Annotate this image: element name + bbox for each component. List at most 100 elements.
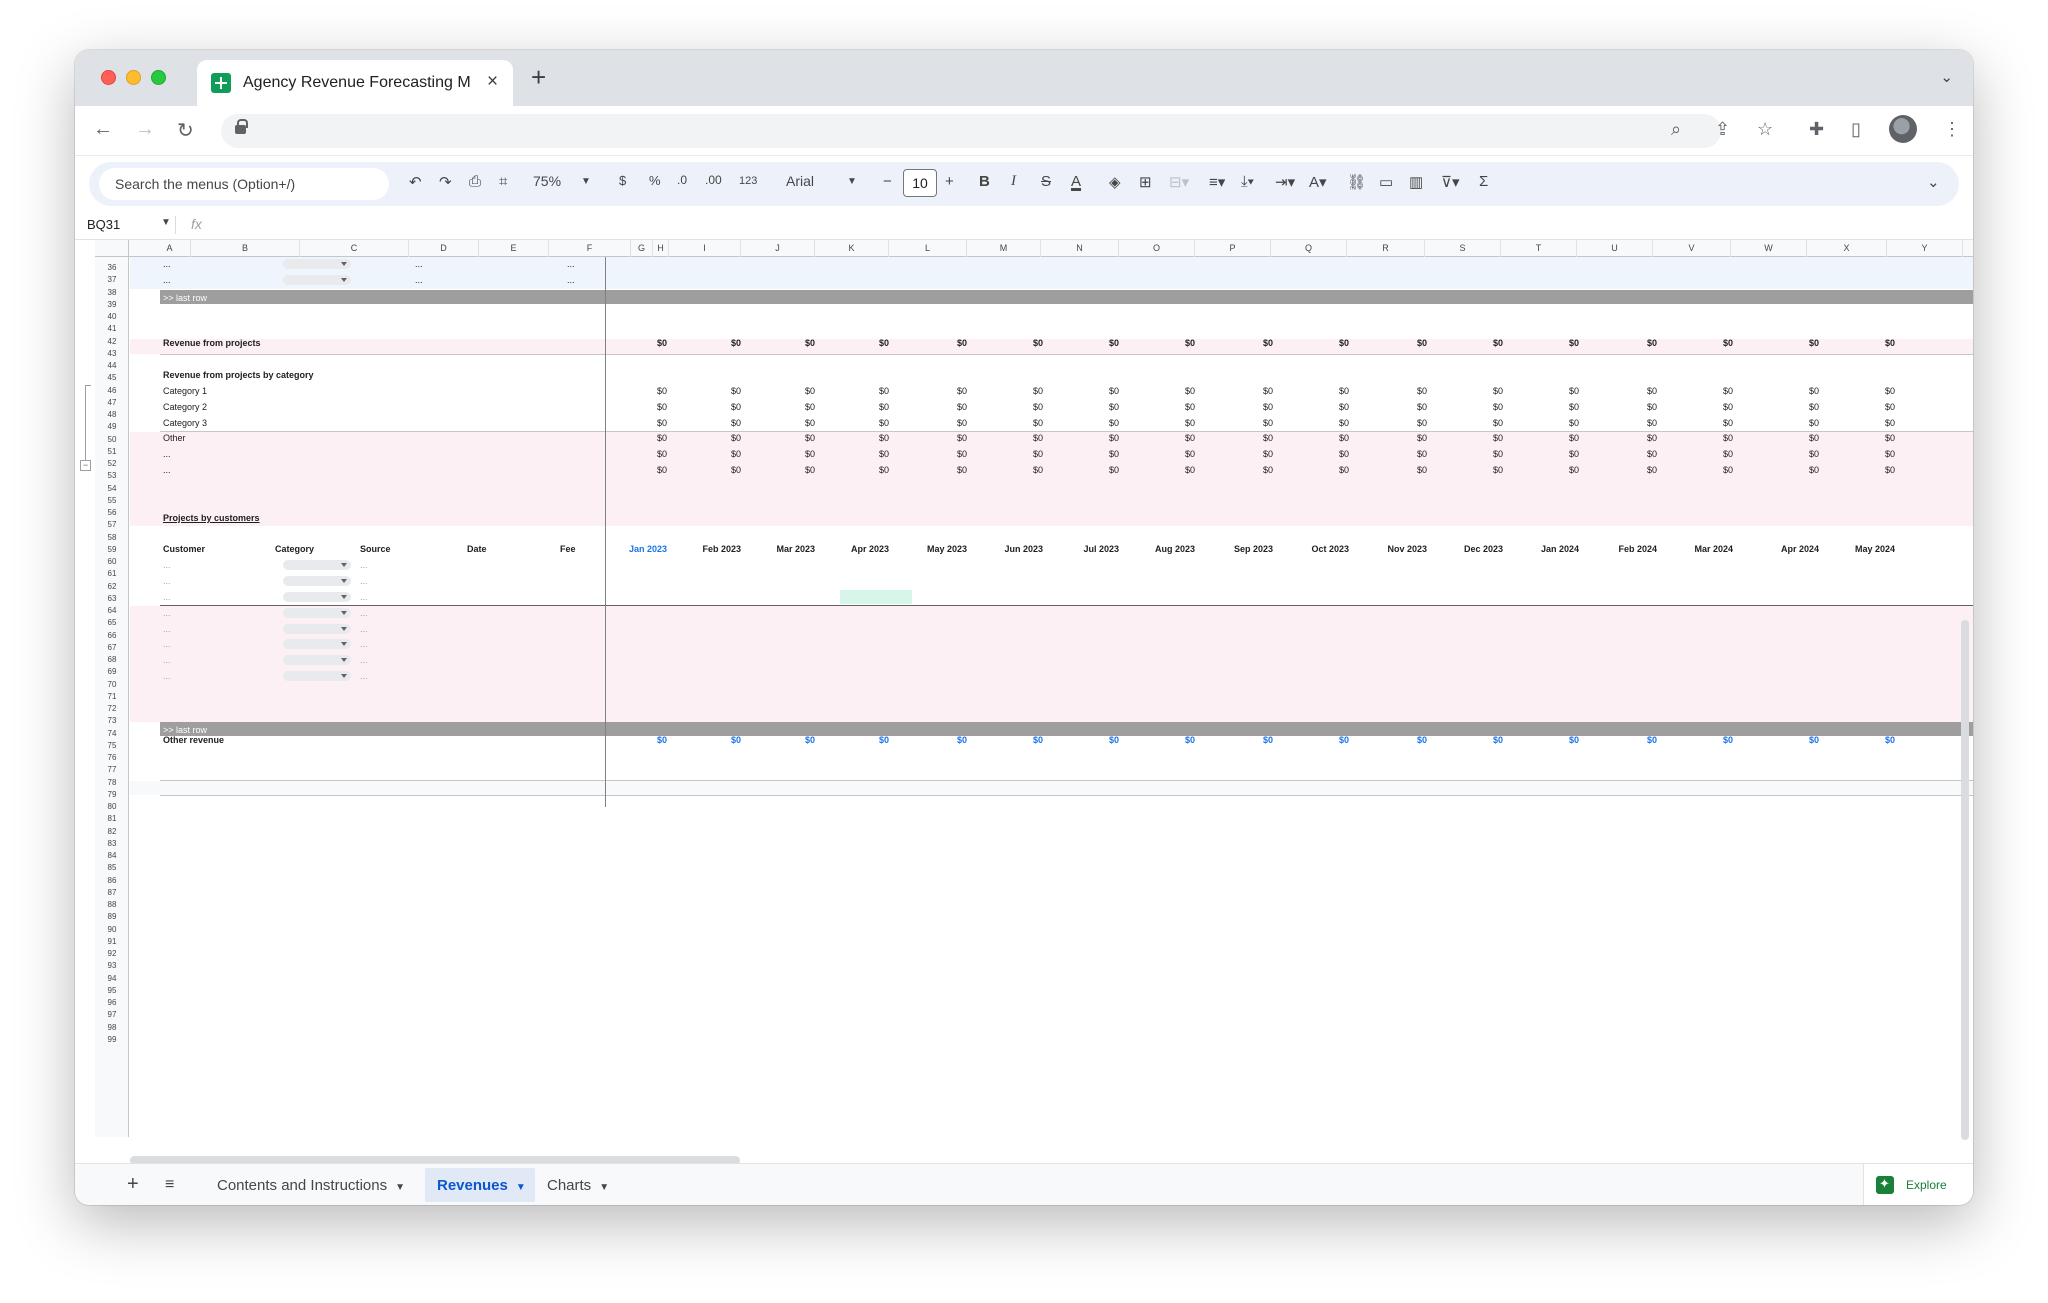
- category-value[interactable]: $0: [645, 465, 667, 475]
- add-sheet-button[interactable]: +: [127, 1173, 139, 1196]
- category-value[interactable]: $0: [1251, 465, 1273, 475]
- row-header-85[interactable]: 85: [95, 863, 129, 872]
- increase-decimal-button[interactable]: .00: [705, 173, 722, 187]
- category-value[interactable]: $0: [1097, 418, 1119, 428]
- projects-section-title[interactable]: Projects by customers: [163, 513, 260, 523]
- category-value[interactable]: $0: [1873, 386, 1895, 396]
- other-revenue-value[interactable]: $0: [1797, 735, 1819, 745]
- category-value[interactable]: $0: [1711, 418, 1733, 428]
- browser-tab[interactable]: Agency Revenue Forecasting M ×: [197, 60, 513, 106]
- number-format-button[interactable]: 123: [739, 175, 757, 187]
- text-rotation-icon[interactable]: A▾: [1309, 173, 1327, 191]
- category-value[interactable]: $0: [1405, 418, 1427, 428]
- collapse-toolbar-icon[interactable]: ⌄: [1927, 173, 1940, 191]
- column-header-i[interactable]: I: [669, 240, 741, 257]
- row-header-75[interactable]: 75: [95, 741, 129, 750]
- column-header-m[interactable]: M: [967, 240, 1041, 257]
- row-header-98[interactable]: 98: [95, 1023, 129, 1032]
- month-header[interactable]: Feb 2023: [679, 544, 741, 554]
- category-value[interactable]: $0: [1557, 418, 1579, 428]
- revenue-value[interactable]: $0: [1711, 338, 1733, 348]
- column-header-t[interactable]: T: [1501, 240, 1577, 257]
- revenue-value[interactable]: $0: [645, 338, 667, 348]
- url-input[interactable]: [221, 114, 1721, 148]
- category-label[interactable]: Category 2: [163, 402, 207, 412]
- decrease-decimal-button[interactable]: .0: [677, 173, 687, 187]
- other-revenue-value[interactable]: $0: [1481, 735, 1503, 745]
- other-revenue-value[interactable]: $0: [945, 735, 967, 745]
- other-revenue-value[interactable]: $0: [1097, 735, 1119, 745]
- category-dropdown[interactable]: [283, 560, 351, 571]
- category-value[interactable]: $0: [1635, 465, 1657, 475]
- row-header-37[interactable]: 37: [95, 275, 129, 284]
- month-header[interactable]: May 2024: [1833, 544, 1895, 554]
- category-value[interactable]: $0: [1635, 402, 1657, 412]
- column-header-b[interactable]: B: [191, 240, 300, 257]
- row-header-49[interactable]: 49: [95, 422, 129, 431]
- category-label[interactable]: Category 3: [163, 418, 207, 428]
- category-value[interactable]: $0: [1021, 465, 1043, 475]
- close-tab-icon[interactable]: ×: [487, 71, 498, 93]
- filter-icon[interactable]: ⊽▾: [1441, 173, 1460, 191]
- category-value[interactable]: $0: [1481, 386, 1503, 396]
- revenue-value[interactable]: $0: [719, 338, 741, 348]
- category-value[interactable]: $0: [1327, 386, 1349, 396]
- column-header-v[interactable]: V: [1653, 240, 1731, 257]
- sheet-tab-caret-icon[interactable]: ▼: [599, 1182, 609, 1193]
- month-header[interactable]: Mar 2023: [753, 544, 815, 554]
- placeholder-cell[interactable]: ...: [163, 560, 171, 570]
- category-value[interactable]: $0: [719, 465, 741, 475]
- category-value[interactable]: $0: [1873, 465, 1895, 475]
- row-header-96[interactable]: 96: [95, 998, 129, 1007]
- placeholder-cell[interactable]: ...: [163, 608, 171, 618]
- revenue-value[interactable]: $0: [1173, 338, 1195, 348]
- row-header-39[interactable]: 39: [95, 300, 129, 309]
- bookmark-star-icon[interactable]: ☆: [1757, 119, 1773, 140]
- category-value[interactable]: $0: [645, 449, 667, 459]
- column-header-y[interactable]: Y: [1887, 240, 1963, 257]
- browser-menu-icon[interactable]: ⋮: [1943, 119, 1961, 140]
- category-value[interactable]: $0: [1097, 449, 1119, 459]
- category-value[interactable]: $0: [1251, 402, 1273, 412]
- zoom-select[interactable]: 75%: [533, 173, 561, 189]
- column-header-r[interactable]: R: [1347, 240, 1425, 257]
- insert-comment-icon[interactable]: ▭: [1379, 173, 1393, 191]
- zoom-caret-icon[interactable]: ▼: [581, 176, 591, 187]
- category-value[interactable]: $0: [1021, 449, 1043, 459]
- row-header-64[interactable]: 64: [95, 606, 129, 615]
- category-value[interactable]: $0: [1405, 402, 1427, 412]
- month-header[interactable]: Dec 2023: [1441, 544, 1503, 554]
- maximize-window-button[interactable]: [151, 70, 166, 85]
- placeholder-cell[interactable]: ...: [360, 639, 368, 649]
- other-revenue-value[interactable]: $0: [867, 735, 889, 745]
- revenue-value[interactable]: $0: [867, 338, 889, 348]
- category-value[interactable]: $0: [645, 418, 667, 428]
- category-value[interactable]: $0: [793, 402, 815, 412]
- row-header-79[interactable]: 79: [95, 790, 129, 799]
- name-box[interactable]: BQ31: [87, 217, 120, 232]
- header-category[interactable]: Category: [275, 544, 314, 554]
- column-header-q[interactable]: Q: [1271, 240, 1347, 257]
- category-value[interactable]: $0: [1021, 386, 1043, 396]
- placeholder-cell[interactable]: ...: [163, 639, 171, 649]
- month-header[interactable]: May 2023: [905, 544, 967, 554]
- row-header-99[interactable]: 99: [95, 1035, 129, 1044]
- revenue-value[interactable]: $0: [1481, 338, 1503, 348]
- font-select[interactable]: Arial: [786, 173, 814, 189]
- column-header-a[interactable]: A: [149, 240, 191, 257]
- category-section-title[interactable]: Revenue from projects by category: [163, 370, 314, 380]
- row-header-45[interactable]: 45: [95, 373, 129, 382]
- revenue-value[interactable]: $0: [1251, 338, 1273, 348]
- month-header[interactable]: Jan 2023: [605, 544, 667, 554]
- row-header-56[interactable]: 56: [95, 508, 129, 517]
- category-value[interactable]: $0: [1251, 449, 1273, 459]
- category-value[interactable]: $0: [1711, 386, 1733, 396]
- row-header-88[interactable]: 88: [95, 900, 129, 909]
- category-value[interactable]: $0: [1873, 449, 1895, 459]
- revenue-value[interactable]: $0: [1873, 338, 1895, 348]
- other-revenue-label[interactable]: Other revenue: [163, 735, 224, 745]
- column-header-k[interactable]: K: [815, 240, 889, 257]
- share-icon[interactable]: ⇪: [1715, 119, 1730, 140]
- row-header-81[interactable]: 81: [95, 814, 129, 823]
- row-header-62[interactable]: 62: [95, 582, 129, 591]
